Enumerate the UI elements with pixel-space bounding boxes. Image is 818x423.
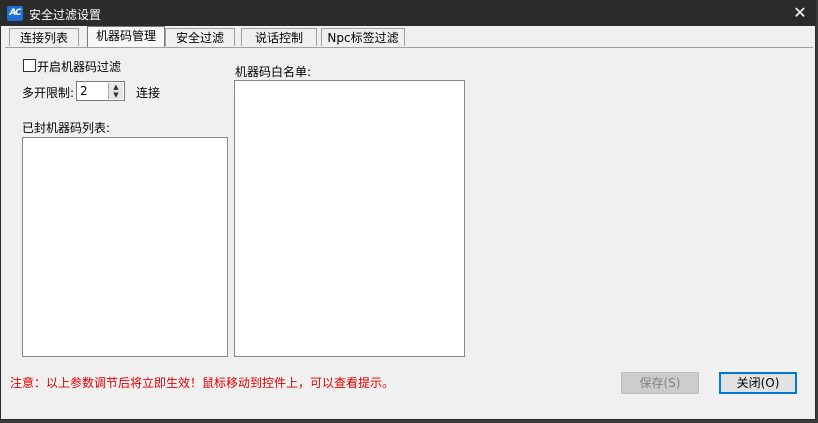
- whitelist-label: 机器码白名单:: [235, 65, 312, 79]
- close-button[interactable]: 关闭(O): [719, 372, 797, 394]
- banned-list-label: 已封机器码列表:: [22, 121, 111, 135]
- enable-filter-checkbox[interactable]: [23, 59, 36, 72]
- app-logo-icon: AC: [7, 6, 23, 21]
- stepper-buttons: ▲ ▼: [108, 83, 123, 99]
- tab-connection-list[interactable]: 连接列表: [9, 28, 79, 46]
- tab-security-filter[interactable]: 安全过滤: [165, 28, 235, 46]
- settings-dialog: AC 安全过滤设置 ✕ 连接列表 机器码管理 安全过滤 说话控制 Npc标签过滤…: [0, 0, 816, 420]
- machine-code-whitelist[interactable]: [234, 80, 465, 357]
- tab-strip: 连接列表 机器码管理 安全过滤 说话控制 Npc标签过滤: [5, 26, 813, 48]
- tab-speech-control[interactable]: 说话控制: [241, 28, 317, 46]
- multi-open-value[interactable]: 2: [80, 84, 88, 98]
- tab-machine-code[interactable]: 机器码管理: [87, 26, 165, 47]
- title-bar[interactable]: AC 安全过滤设置 ✕: [1, 1, 815, 26]
- close-icon[interactable]: ✕: [789, 3, 811, 23]
- multi-open-label: 多开限制:: [22, 86, 75, 100]
- multi-open-unit: 连接: [136, 86, 161, 100]
- banned-machine-code-list[interactable]: [22, 137, 228, 357]
- save-button[interactable]: 保存(S): [621, 372, 699, 394]
- enable-filter-label: 开启机器码过滤: [37, 60, 122, 74]
- spin-down-icon[interactable]: ▼: [109, 91, 123, 99]
- tab-npc-tag-filter[interactable]: Npc标签过滤: [321, 28, 405, 46]
- multi-open-stepper[interactable]: 2 ▲ ▼: [76, 81, 125, 101]
- notice-text: 注意：以上参数调节后将立即生效！鼠标移动到控件上，可以查看提示。: [10, 376, 395, 390]
- window-title: 安全过滤设置: [29, 8, 102, 22]
